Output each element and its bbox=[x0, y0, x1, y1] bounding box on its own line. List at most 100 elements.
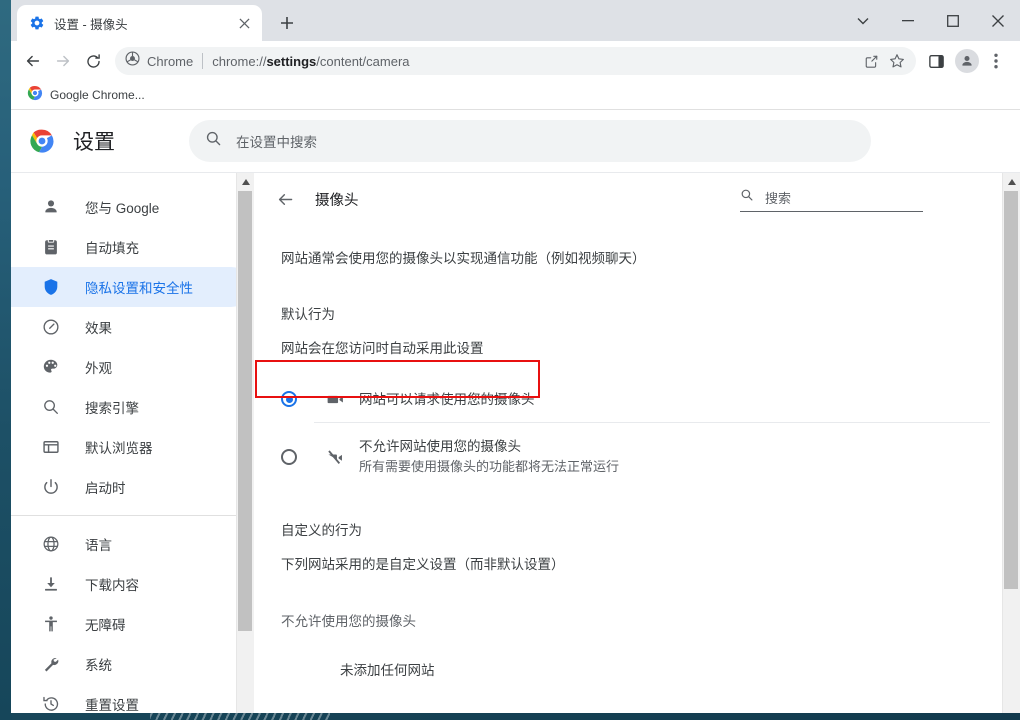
scroll-down-arrow-icon[interactable] bbox=[1003, 708, 1020, 713]
camera-off-icon bbox=[325, 447, 345, 467]
camera-description: 网站通常会使用您的摄像头以实现通信功能（例如视频聊天） bbox=[281, 251, 646, 266]
page-title: 设置 bbox=[73, 131, 115, 154]
settings-header: 设置 在设置中搜索 bbox=[11, 110, 1020, 172]
sidebar-scrollbar-thumb[interactable] bbox=[238, 191, 252, 631]
search-icon bbox=[740, 188, 754, 207]
reload-icon[interactable] bbox=[79, 47, 107, 75]
sidebar-item-system[interactable]: 系统 bbox=[11, 644, 251, 684]
search-icon bbox=[41, 397, 61, 417]
option-divider bbox=[314, 422, 990, 423]
block-list-empty-text: 未添加任何网站 bbox=[340, 663, 435, 678]
maximize-button[interactable] bbox=[930, 0, 975, 41]
site-chip-label: Chrome bbox=[147, 53, 194, 69]
star-icon[interactable] bbox=[885, 49, 909, 73]
radio-button-block[interactable] bbox=[281, 449, 297, 465]
omnibox-actions bbox=[858, 49, 910, 73]
sidebar-item-on-startup[interactable]: 启动时 bbox=[11, 467, 251, 507]
address-bar[interactable]: Chrome chrome://settings/content/camera bbox=[115, 47, 916, 75]
side-panel-icon[interactable] bbox=[922, 47, 950, 75]
new-tab-button[interactable] bbox=[273, 9, 301, 37]
custom-behavior-subheading: 下列网站采用的是自定义设置（而非默认设置） bbox=[281, 557, 565, 572]
block-list-heading: 不允许使用您的摄像头 bbox=[281, 614, 416, 629]
sidebar-item-search-engine[interactable]: 搜索引擎 bbox=[11, 387, 251, 427]
sidebar-item-label: 搜索引擎 bbox=[85, 401, 139, 416]
radio-block-label: 不允许网站使用您的摄像头 bbox=[359, 439, 521, 454]
settings-body: 您与 Google 自动填充 隐私设置和安全性 效果 外观 搜索引擎 默认浏览器… bbox=[11, 172, 1020, 713]
sidebar-item-languages[interactable]: 语言 bbox=[11, 524, 251, 564]
radio-block-text: 不允许网站使用您的摄像头 所有需要使用摄像头的功能都将无法正常运行 bbox=[359, 437, 619, 476]
bookmark-label: Google Chrome... bbox=[50, 88, 145, 102]
scroll-up-arrow-icon[interactable] bbox=[1003, 173, 1020, 190]
person-icon bbox=[41, 197, 61, 217]
search-icon bbox=[205, 130, 222, 152]
close-icon[interactable] bbox=[234, 13, 254, 33]
url-suffix: /content/camera bbox=[316, 53, 410, 69]
clipboard-icon bbox=[41, 237, 61, 257]
tab-strip: 设置 - 摄像头 bbox=[11, 0, 1020, 41]
share-icon[interactable] bbox=[859, 49, 883, 73]
radio-button-allow[interactable] bbox=[281, 391, 297, 407]
sidebar-item-you-and-google[interactable]: 您与 Google bbox=[11, 187, 251, 227]
camera-icon bbox=[325, 389, 345, 409]
sidebar-item-label: 下载内容 bbox=[85, 578, 139, 593]
radio-allow-text: 网站可以请求使用您的摄像头 bbox=[359, 390, 535, 409]
content-scrollbar-thumb[interactable] bbox=[1004, 191, 1018, 589]
browser-toolbar: Chrome chrome://settings/content/camera bbox=[11, 41, 1020, 81]
settings-content: 摄像头 搜索 网站通常会使用您的摄像头以实现通信功能（例如视频聊天） 默认行为 … bbox=[254, 173, 1020, 713]
power-icon bbox=[41, 477, 61, 497]
chrome-shield-icon bbox=[125, 51, 140, 71]
performance-icon bbox=[41, 317, 61, 337]
sidebar-item-label: 启动时 bbox=[85, 481, 126, 496]
chevron-down-icon[interactable] bbox=[840, 0, 885, 41]
palette-icon bbox=[41, 357, 61, 377]
omnibox-url: chrome://settings/content/camera bbox=[212, 54, 858, 69]
sidebar-item-appearance[interactable]: 外观 bbox=[11, 347, 251, 387]
radio-block-sublabel: 所有需要使用摄像头的功能都将无法正常运行 bbox=[359, 459, 620, 474]
three-dot-menu-icon[interactable] bbox=[982, 47, 1010, 75]
bookmark-item[interactable]: Google Chrome... bbox=[21, 82, 151, 109]
search-placeholder: 在设置中搜索 bbox=[236, 135, 317, 150]
radio-allow-label: 网站可以请求使用您的摄像头 bbox=[359, 391, 535, 407]
back-arrow-icon[interactable] bbox=[273, 187, 297, 211]
sidebar-item-autofill[interactable]: 自动填充 bbox=[11, 227, 251, 267]
bookmarks-bar: Google Chrome... bbox=[11, 81, 1020, 110]
history-restore-icon bbox=[41, 694, 61, 713]
minimize-button[interactable] bbox=[885, 0, 930, 41]
sidebar-item-label: 系统 bbox=[85, 658, 112, 673]
sidebar-item-privacy-and-security[interactable]: 隐私设置和安全性 bbox=[11, 267, 251, 307]
browser-tab[interactable]: 设置 - 摄像头 bbox=[17, 5, 262, 41]
sidebar-item-default-browser[interactable]: 默认浏览器 bbox=[11, 427, 251, 467]
subpage-title: 摄像头 bbox=[315, 192, 359, 209]
chrome-browser-window: 设置 - 摄像头 Chrome chrome://settings/conten… bbox=[11, 0, 1020, 713]
default-behavior-subheading: 网站会在您访问时自动采用此设置 bbox=[281, 341, 484, 356]
sidebar-item-label: 您与 Google bbox=[85, 201, 160, 216]
avatar[interactable] bbox=[955, 49, 979, 73]
sidebar-item-label: 默认浏览器 bbox=[85, 441, 153, 456]
gear-icon bbox=[29, 15, 45, 31]
download-icon bbox=[41, 574, 61, 594]
scroll-down-arrow-icon[interactable] bbox=[237, 708, 254, 713]
forward-arrow-icon[interactable] bbox=[49, 47, 77, 75]
content-scrollbar[interactable] bbox=[1002, 173, 1020, 713]
settings-sidebar: 您与 Google 自动填充 隐私设置和安全性 效果 外观 搜索引擎 默认浏览器… bbox=[11, 173, 254, 713]
omnibox-separator bbox=[202, 53, 204, 69]
sidebar-item-downloads[interactable]: 下载内容 bbox=[11, 564, 251, 604]
sidebar-item-label: 无障碍 bbox=[85, 618, 126, 633]
sidebar-item-accessibility[interactable]: 无障碍 bbox=[11, 604, 251, 644]
globe-icon bbox=[41, 534, 61, 554]
url-bold: settings bbox=[266, 53, 317, 69]
sidebar-item-reset-settings[interactable]: 重置设置 bbox=[11, 684, 251, 713]
subpage-search-input[interactable]: 搜索 bbox=[740, 188, 923, 212]
back-arrow-icon[interactable] bbox=[19, 47, 47, 75]
radio-option-allow[interactable]: 网站可以请求使用您的摄像头 bbox=[254, 380, 1020, 418]
sidebar-item-performance[interactable]: 效果 bbox=[11, 307, 251, 347]
search-input[interactable]: 在设置中搜索 bbox=[189, 120, 871, 162]
sidebar-scrollbar[interactable] bbox=[236, 173, 254, 713]
close-button[interactable] bbox=[975, 0, 1020, 41]
scroll-up-arrow-icon[interactable] bbox=[237, 173, 254, 190]
radio-option-block[interactable]: 不允许网站使用您的摄像头 所有需要使用摄像头的功能都将无法正常运行 bbox=[254, 437, 1020, 476]
chrome-icon bbox=[27, 85, 43, 106]
sidebar-item-label: 外观 bbox=[85, 361, 112, 376]
shield-icon bbox=[41, 277, 61, 297]
window-controls bbox=[840, 0, 1020, 41]
